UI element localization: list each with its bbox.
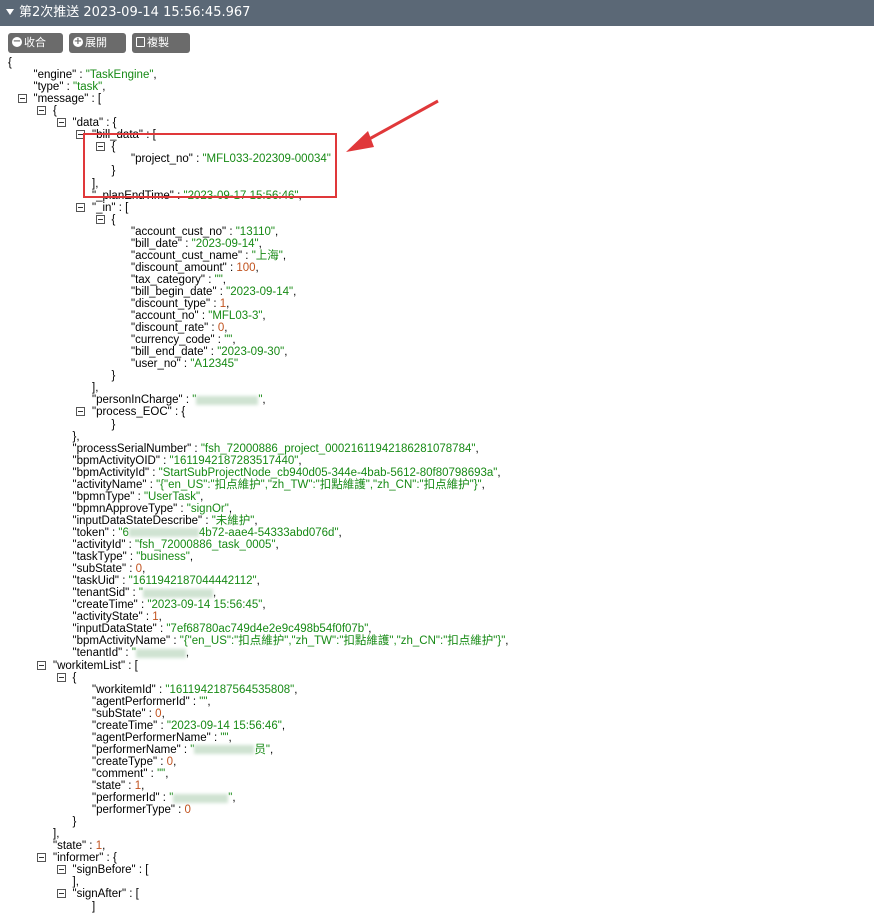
- annotation-arrow: [346, 99, 439, 152]
